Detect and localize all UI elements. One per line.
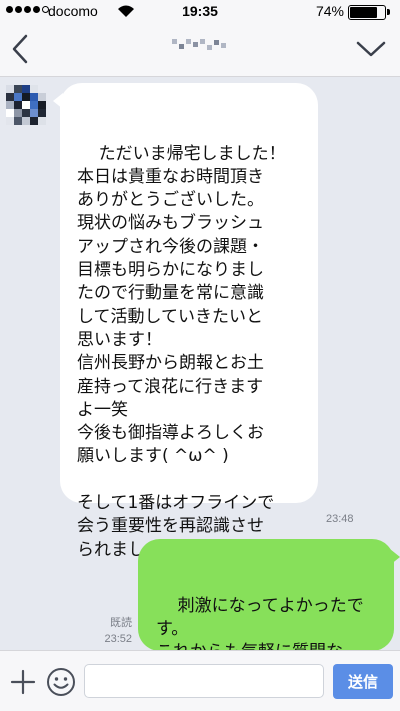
incoming-message-text: ただいま帰宅しました！ 本日は貴重なお時間頂き ありがとうございした。 現状の悩… xyxy=(77,143,286,560)
contact-name-pixelated xyxy=(172,36,228,56)
send-button[interactable]: 送信 xyxy=(333,664,393,699)
outgoing-message-bubble[interactable]: 刺激になってよかったで す。 これからも気軽に質問な どしてくださいね xyxy=(138,539,400,685)
plus-icon[interactable] xyxy=(10,669,36,695)
battery-percent: 74% xyxy=(315,3,344,19)
status-bar: docomo 19:35 74% xyxy=(0,0,400,22)
outgoing-message-time: 23:52 xyxy=(104,633,132,645)
read-receipt: 既読 23:52 xyxy=(96,615,132,647)
read-label: 既読 xyxy=(110,617,132,629)
chat-header xyxy=(0,22,400,77)
incoming-message-time: 23:48 xyxy=(326,513,354,525)
incoming-message-bubble[interactable]: ただいま帰宅しました！ 本日は貴重なお時間頂き ありがとうございした。 現状の悩… xyxy=(53,83,318,560)
contact-avatar[interactable] xyxy=(6,85,46,125)
message-input[interactable] xyxy=(84,664,324,698)
emoji-icon[interactable] xyxy=(46,667,76,697)
chevron-down-icon[interactable] xyxy=(354,36,388,62)
chevron-left-icon[interactable] xyxy=(6,32,36,66)
message-input-bar: 送信 xyxy=(0,650,400,711)
chat-area[interactable]: ただいま帰宅しました！ 本日は貴重なお時間頂き ありがとうございした。 現状の悩… xyxy=(0,77,400,685)
battery-icon xyxy=(348,5,390,20)
